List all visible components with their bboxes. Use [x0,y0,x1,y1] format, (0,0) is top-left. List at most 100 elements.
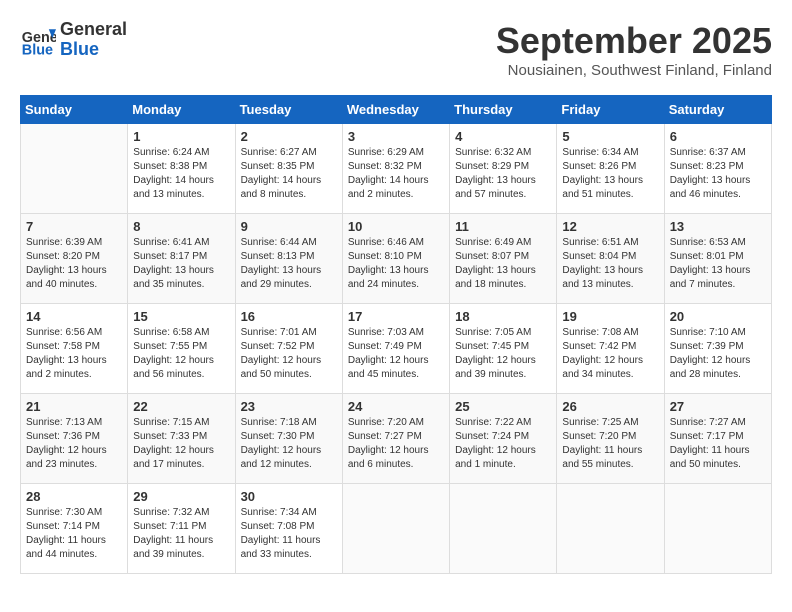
day-number: 26 [562,399,658,414]
calendar-cell: 30Sunrise: 7:34 AM Sunset: 7:08 PM Dayli… [235,484,342,574]
day-number: 29 [133,489,229,504]
calendar-cell: 16 Sunrise: 7:01 AM Sunset: 7:52 PM Dayli… [235,304,342,394]
calendar-cell: 7 Sunrise: 6:39 AM Sunset: 8:20 PM Daylig… [21,214,128,304]
title-section: September 2025 Nousiainen, Southwest Fin… [496,20,772,79]
day-number: 15 [133,309,229,324]
calendar-cell [342,484,449,574]
header-monday: Monday [128,96,235,124]
calendar-week-1: 1 Sunrise: 6:24 AM Sunset: 8:38 PM Daylig… [21,124,772,214]
header-saturday: Saturday [664,96,771,124]
day-number: 7 [26,219,122,234]
day-info: Sunrise: 6:56 AM Sunset: 7:58 PM Dayligh… [26,326,122,382]
day-info: Sunrise: 6:24 AM Sunset: 8:38 PM Dayligh… [133,146,229,202]
calendar-table: SundayMondayTuesdayWednesdayThursdayFrid… [20,95,772,574]
day-number: 22 [133,399,229,414]
calendar-week-2: 7 Sunrise: 6:39 AM Sunset: 8:20 PM Daylig… [21,214,772,304]
day-number: 6 [670,129,766,144]
header-sunday: Sunday [21,96,128,124]
header-friday: Friday [557,96,664,124]
day-info: Sunrise: 6:29 AM Sunset: 8:32 PM Dayligh… [348,146,444,202]
day-info: Sunrise: 7:15 AM Sunset: 7:33 PM Dayligh… [133,416,229,472]
calendar-week-3: 14 Sunrise: 6:56 AM Sunset: 7:58 PM Dayli… [21,304,772,394]
day-number: 8 [133,219,229,234]
day-info: Sunrise: 7:01 AM Sunset: 7:52 PM Dayligh… [241,326,337,382]
day-number: 23 [241,399,337,414]
calendar-cell: 8 Sunrise: 6:41 AM Sunset: 8:17 PM Daylig… [128,214,235,304]
calendar-cell: 28 Sunrise: 7:30 AM Sunset: 7:14 PM Dayli… [21,484,128,574]
day-number: 24 [348,399,444,414]
day-number: 5 [562,129,658,144]
day-info: Sunrise: 7:25 AM Sunset: 7:20 PM Dayligh… [562,416,658,472]
day-info: Sunrise: 6:32 AM Sunset: 8:29 PM Dayligh… [455,146,551,202]
calendar-cell: 3Sunrise: 6:29 AM Sunset: 8:32 PM Daylig… [342,124,449,214]
day-number: 30 [241,489,337,504]
calendar-cell: 2 Sunrise: 6:27 AM Sunset: 8:35 PM Daylig… [235,124,342,214]
day-info: Sunrise: 7:03 AM Sunset: 7:49 PM Dayligh… [348,326,444,382]
day-info: Sunrise: 7:10 AM Sunset: 7:39 PM Dayligh… [670,326,766,382]
day-info: Sunrise: 6:51 AM Sunset: 8:04 PM Dayligh… [562,236,658,292]
calendar-cell: 4 Sunrise: 6:32 AM Sunset: 8:29 PM Daylig… [450,124,557,214]
location: Nousiainen, Southwest Finland, Finland [496,62,772,79]
day-number: 28 [26,489,122,504]
day-info: Sunrise: 7:32 AM Sunset: 7:11 PM Dayligh… [133,506,229,562]
day-info: Sunrise: 6:39 AM Sunset: 8:20 PM Dayligh… [26,236,122,292]
day-number: 11 [455,219,551,234]
calendar-cell [450,484,557,574]
logo: General Blue General Blue [20,20,127,60]
logo-icon: General Blue [20,22,56,58]
calendar-cell: 10Sunrise: 6:46 AM Sunset: 8:10 PM Dayli… [342,214,449,304]
day-number: 18 [455,309,551,324]
calendar-header-row: SundayMondayTuesdayWednesdayThursdayFrid… [21,96,772,124]
calendar-cell: 22 Sunrise: 7:15 AM Sunset: 7:33 PM Dayli… [128,394,235,484]
calendar-cell: 18 Sunrise: 7:05 AM Sunset: 7:45 PM Dayli… [450,304,557,394]
day-info: Sunrise: 7:22 AM Sunset: 7:24 PM Dayligh… [455,416,551,472]
day-info: Sunrise: 6:41 AM Sunset: 8:17 PM Dayligh… [133,236,229,292]
day-info: Sunrise: 7:05 AM Sunset: 7:45 PM Dayligh… [455,326,551,382]
day-info: Sunrise: 6:53 AM Sunset: 8:01 PM Dayligh… [670,236,766,292]
day-info: Sunrise: 7:27 AM Sunset: 7:17 PM Dayligh… [670,416,766,472]
day-number: 21 [26,399,122,414]
calendar-cell: 20Sunrise: 7:10 AM Sunset: 7:39 PM Dayli… [664,304,771,394]
day-number: 1 [133,129,229,144]
calendar-cell: 19 Sunrise: 7:08 AM Sunset: 7:42 PM Dayli… [557,304,664,394]
calendar-cell: 14 Sunrise: 6:56 AM Sunset: 7:58 PM Dayli… [21,304,128,394]
day-number: 2 [241,129,337,144]
day-info: Sunrise: 6:27 AM Sunset: 8:35 PM Dayligh… [241,146,337,202]
day-number: 4 [455,129,551,144]
calendar-cell: 21 Sunrise: 7:13 AM Sunset: 7:36 PM Dayli… [21,394,128,484]
day-info: Sunrise: 7:30 AM Sunset: 7:14 PM Dayligh… [26,506,122,562]
day-number: 12 [562,219,658,234]
calendar-cell: 17 Sunrise: 7:03 AM Sunset: 7:49 PM Dayli… [342,304,449,394]
day-info: Sunrise: 6:37 AM Sunset: 8:23 PM Dayligh… [670,146,766,202]
calendar-cell: 15 Sunrise: 6:58 AM Sunset: 7:55 PM Dayli… [128,304,235,394]
logo-blue: Blue [60,40,127,60]
logo-general: General [60,20,127,40]
day-info: Sunrise: 7:13 AM Sunset: 7:36 PM Dayligh… [26,416,122,472]
day-number: 14 [26,309,122,324]
calendar-cell: 25 Sunrise: 7:22 AM Sunset: 7:24 PM Dayli… [450,394,557,484]
calendar-cell: 11 Sunrise: 6:49 AM Sunset: 8:07 PM Dayli… [450,214,557,304]
day-number: 16 [241,309,337,324]
day-number: 19 [562,309,658,324]
day-number: 25 [455,399,551,414]
calendar-cell: 23Sunrise: 7:18 AM Sunset: 7:30 PM Dayli… [235,394,342,484]
calendar-cell [664,484,771,574]
month-title: September 2025 [496,20,772,62]
day-info: Sunrise: 7:20 AM Sunset: 7:27 PM Dayligh… [348,416,444,472]
svg-text:Blue: Blue [22,42,53,58]
calendar-cell: 6 Sunrise: 6:37 AM Sunset: 8:23 PM Daylig… [664,124,771,214]
calendar-week-4: 21 Sunrise: 7:13 AM Sunset: 7:36 PM Dayli… [21,394,772,484]
day-info: Sunrise: 6:49 AM Sunset: 8:07 PM Dayligh… [455,236,551,292]
header-tuesday: Tuesday [235,96,342,124]
day-info: Sunrise: 6:58 AM Sunset: 7:55 PM Dayligh… [133,326,229,382]
day-number: 9 [241,219,337,234]
calendar-cell: 5Sunrise: 6:34 AM Sunset: 8:26 PM Daylig… [557,124,664,214]
day-number: 17 [348,309,444,324]
day-info: Sunrise: 7:08 AM Sunset: 7:42 PM Dayligh… [562,326,658,382]
calendar-cell: 29 Sunrise: 7:32 AM Sunset: 7:11 PM Dayli… [128,484,235,574]
day-number: 27 [670,399,766,414]
calendar-cell: 9Sunrise: 6:44 AM Sunset: 8:13 PM Daylig… [235,214,342,304]
header-wednesday: Wednesday [342,96,449,124]
calendar-cell: 13Sunrise: 6:53 AM Sunset: 8:01 PM Dayli… [664,214,771,304]
day-info: Sunrise: 6:46 AM Sunset: 8:10 PM Dayligh… [348,236,444,292]
